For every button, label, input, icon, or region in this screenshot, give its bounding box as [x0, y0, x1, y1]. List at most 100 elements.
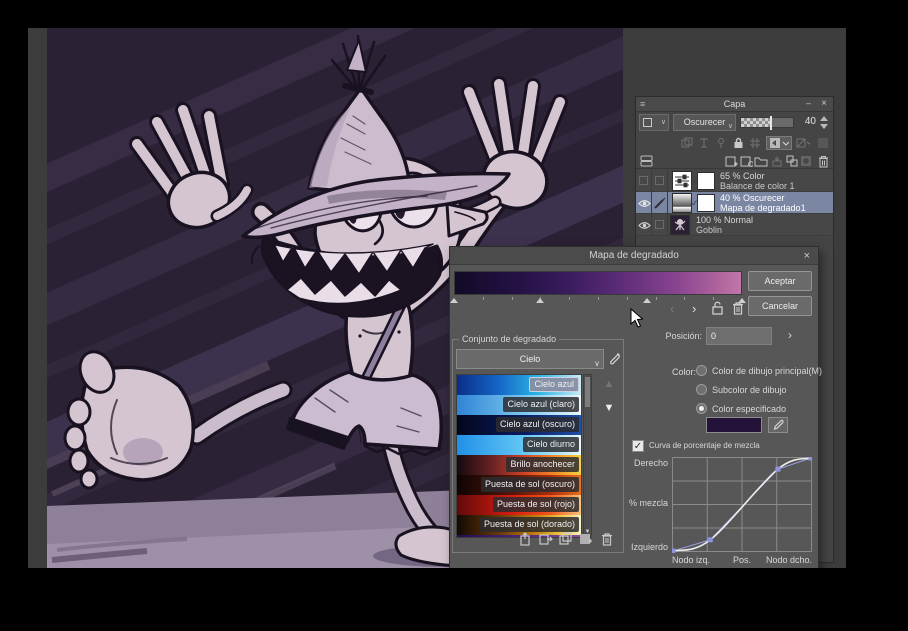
mix-curve-plot[interactable]: [670, 455, 814, 554]
layer-text: 40 % Oscurecer Mapa de degradado1: [720, 193, 806, 213]
gradient-preset-item[interactable]: Cielo azul (claro): [457, 395, 581, 415]
layer-mask-thumbnail[interactable]: [697, 172, 715, 190]
eye-icon[interactable]: [638, 221, 651, 230]
clip-to-layer-icon[interactable]: [680, 136, 694, 150]
delete-node-icon[interactable]: [732, 301, 744, 319]
specified-color-swatch[interactable]: [706, 417, 762, 433]
visibility-cell: [636, 214, 652, 235]
delete-layer-icon[interactable]: [816, 154, 830, 168]
gradient-preset-list[interactable]: Cielo azul Cielo azul (claro) Cielo azul (…: [456, 374, 582, 538]
gradient-preset-label: Brillo anochecer: [506, 457, 579, 472]
scrollbar-thumb[interactable]: [585, 377, 590, 407]
eye-icon[interactable]: [638, 199, 651, 208]
goblin-layer-thumbnail[interactable]: [670, 215, 690, 235]
layer-list-icon[interactable]: [639, 154, 653, 168]
cancel-button[interactable]: Cancelar: [748, 296, 812, 316]
visibility-cell: [636, 170, 652, 191]
gradient-preset-item[interactable]: Brillo anochecer: [457, 455, 581, 475]
gradient-set-select[interactable]: Cielo ∨: [456, 349, 604, 369]
gradient-node-caret[interactable]: [450, 298, 458, 303]
dialog-titlebar[interactable]: Mapa de degradado ×: [450, 247, 818, 265]
eyedropper-button[interactable]: [768, 417, 788, 433]
pin-icon[interactable]: [714, 136, 728, 150]
gradient-node-caret[interactable]: [536, 298, 545, 303]
new-vector-layer-icon[interactable]: [739, 154, 753, 168]
visibility-off-box[interactable]: [639, 176, 648, 185]
curve-node-handle[interactable]: [775, 466, 781, 472]
gradient-node-caret[interactable]: [642, 298, 651, 303]
preset-file-actions: [453, 532, 619, 548]
edit-off-box[interactable]: [655, 176, 664, 185]
opacity-slider-fill: [741, 118, 770, 127]
new-raster-layer-icon[interactable]: [724, 154, 738, 168]
layer-row-goblin[interactable]: 100 % Normal Goblin: [636, 214, 833, 236]
layer-text: 100 % Normal Goblin: [696, 215, 753, 235]
layer-row-gradient-map[interactable]: ✓ 40 % Oscurecer Mapa de degradado1: [636, 192, 833, 214]
extra-tool-icon: [816, 136, 830, 150]
balance-layer-thumbnail[interactable]: [672, 171, 692, 191]
gradient-preview-bar[interactable]: [454, 271, 742, 295]
radio-sub-color[interactable]: [696, 384, 707, 395]
curve-node-handle[interactable]: [670, 548, 676, 554]
curve-node-handle[interactable]: [808, 455, 814, 461]
curve-xlabel-center: Pos.: [732, 555, 752, 565]
lock-transparent-icon[interactable]: [697, 136, 711, 150]
curve-node-handle[interactable]: [707, 537, 713, 543]
chevron-down-icon: ∨: [727, 123, 733, 130]
radio-specified-color[interactable]: [696, 403, 707, 414]
panel-minimize-icon[interactable]: –: [806, 98, 811, 108]
opacity-stepper[interactable]: [820, 116, 828, 129]
mix-curve-checkbox[interactable]: ✓: [632, 440, 644, 452]
gradient-node-strip[interactable]: [450, 297, 746, 305]
move-preset-up-icon[interactable]: ▲: [599, 378, 619, 394]
gradient-preset-item[interactable]: Cielo azul: [457, 375, 581, 395]
layer-row-balance[interactable]: ✓ 65 % Color Balance de color 1: [636, 170, 833, 192]
edit-off-box[interactable]: [655, 220, 664, 229]
layer-mask-thumbnail[interactable]: [697, 194, 715, 212]
wrench-settings-icon[interactable]: [607, 351, 623, 367]
gradient-preset-item[interactable]: Cielo azul (oscuro): [457, 415, 581, 435]
eyedropper-icon: [773, 419, 784, 430]
accept-button[interactable]: Aceptar: [748, 271, 812, 291]
import-gradient-icon[interactable]: [539, 532, 553, 546]
dialog-close-icon[interactable]: ×: [804, 247, 810, 265]
new-folder-icon[interactable]: [754, 154, 768, 168]
blend-mode-select[interactable]: Oscurecer ∨: [673, 114, 736, 131]
unlock-node-icon[interactable]: [711, 301, 724, 319]
new-gradient-icon[interactable]: [579, 532, 593, 546]
gradient-preset-label: Puesta de sol (rojo): [492, 497, 579, 512]
gradient-map-layer-thumbnail[interactable]: [672, 193, 692, 213]
merge-down-icon[interactable]: [785, 154, 799, 168]
gradient-preset-item[interactable]: Cielo diurno: [457, 435, 581, 455]
visibility-cell: [636, 192, 652, 213]
disable-effects-icon[interactable]: [796, 136, 810, 150]
preset-scrollbar[interactable]: ▼: [583, 374, 592, 538]
position-next-icon[interactable]: ›: [788, 328, 792, 342]
layer-mask-icon[interactable]: [799, 154, 813, 168]
export-gradient-icon[interactable]: [519, 532, 533, 546]
panel-close-icon[interactable]: ×: [821, 98, 827, 109]
layer-color-dropdown[interactable]: ∨: [639, 114, 669, 131]
transfer-down-icon[interactable]: [770, 154, 784, 168]
opacity-slider-handle[interactable]: [769, 116, 772, 130]
position-input[interactable]: 0: [706, 327, 772, 345]
move-preset-down-icon[interactable]: ▼: [599, 402, 619, 418]
gradient-map-dialog: Mapa de degradado × Aceptar Cancelar ‹ ›…: [450, 247, 822, 568]
gradient-preset-item[interactable]: Puesta de sol (rojo): [457, 495, 581, 515]
gradient-ruler-tick: [598, 297, 599, 300]
blend-mode-value: Oscurecer: [683, 117, 726, 127]
screenshot-stage: ≡ Capa – × ∨ Oscurecer ∨ 40 ✓ 65 % Color…: [0, 0, 908, 631]
gradient-preset-item[interactable]: Puesta de sol (oscuro): [457, 475, 581, 495]
gradient-ruler-tick: [713, 297, 715, 300]
next-node-icon[interactable]: ›: [692, 301, 696, 317]
lock-icon[interactable]: [731, 136, 745, 150]
reference-layer-icon[interactable]: [748, 136, 762, 150]
gradient-map-tool-button[interactable]: [766, 136, 792, 150]
layer-name: Balance de color 1: [720, 181, 795, 191]
radio-main-color[interactable]: [696, 365, 707, 376]
prev-node-icon[interactable]: ‹: [670, 301, 674, 317]
mix-curve-label: Curva de porcentaje de mezcla: [649, 441, 760, 450]
gradient-set-value: Cielo: [519, 354, 541, 364]
duplicate-gradient-icon[interactable]: [559, 532, 573, 546]
opacity-slider[interactable]: [740, 116, 794, 130]
